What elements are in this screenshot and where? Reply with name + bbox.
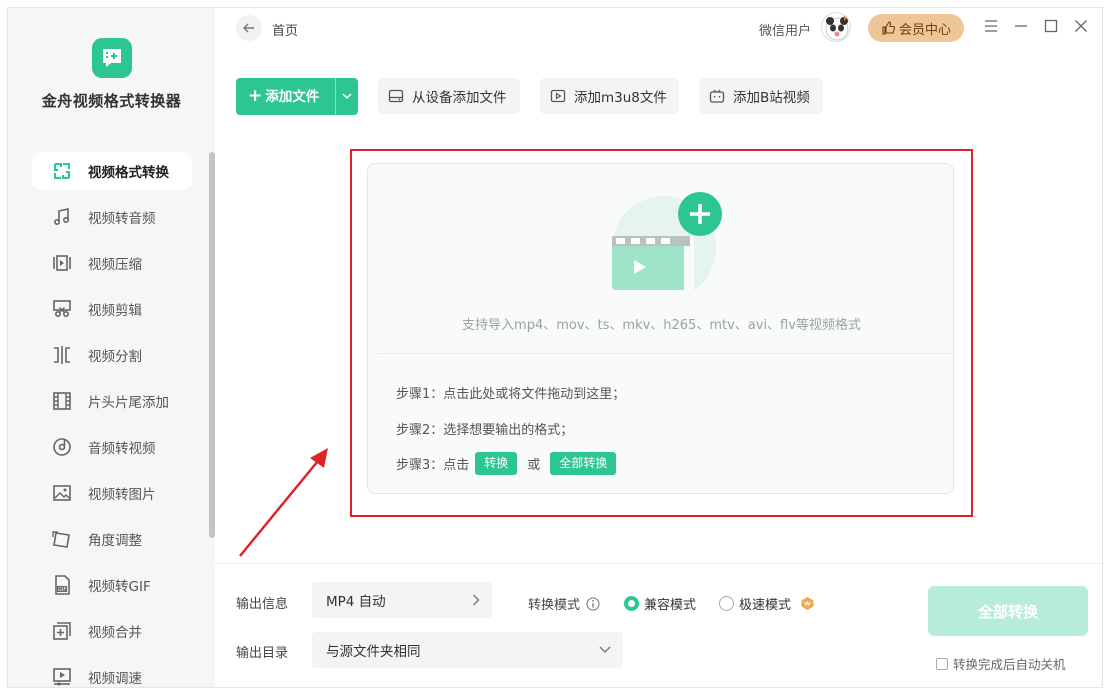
add-file-dropdown[interactable] [336,78,358,115]
bilibili-tv-icon [709,89,725,103]
sidebar-item-video-to-gif[interactable]: GIF 视频转GIF [32,566,192,604]
info-icon[interactable] [586,596,600,611]
maximize-button[interactable] [1042,17,1060,35]
auto-shutdown-checkbox[interactable] [936,657,948,670]
video-play-icon [550,89,566,103]
convert-mode-label: 转换模式 [528,594,600,613]
sidebar-item-label: 片头片尾添加 [88,395,169,411]
music-note-icon [53,208,70,226]
thumbs-up-icon [882,21,895,35]
menu-button[interactable] [982,17,1000,35]
plus-icon: + [248,86,263,106]
close-button[interactable] [1072,17,1090,35]
sidebar-item-label: 音频转视频 [88,441,156,457]
sidebar: 金舟视频格式转换器 视频格式转换 视频转音频 视频压缩 视频剪辑 视频分割 片头… [8,8,215,687]
step-convert-all-badge: 全部转换 [550,452,617,475]
sidebar-item-audio-to-video[interactable]: 音频转视频 [32,428,192,466]
mode-compatible-option[interactable]: 兼容模式 [624,594,696,613]
hard-drive-icon [388,89,404,103]
hamburger-icon [985,20,997,32]
add-file-button[interactable]: + 添加文件 [236,78,358,115]
vip-label: 会员中心 [898,22,951,38]
arrow-left-icon [243,23,254,33]
sidebar-item-video-compress[interactable]: 视频压缩 [32,244,192,282]
minimize-button[interactable] [1012,17,1030,35]
sidebar-item-video-to-audio[interactable]: 视频转音频 [32,198,192,236]
sidebar-item-video-split[interactable]: 视频分割 [32,336,192,374]
disc-icon [53,438,71,456]
speed-icon [53,668,71,686]
user-name[interactable]: 微信用户 [759,20,811,39]
mode-fast-radio[interactable] [719,596,734,611]
sidebar-scrollbar[interactable] [209,152,215,538]
film-strip-icon [53,392,71,410]
convert-all-button[interactable]: 全部转换 [928,586,1088,636]
output-dir-select[interactable]: 与源文件夹相同 [312,632,623,668]
close-icon [1075,20,1087,32]
app-name: 金舟视频格式转换器 [41,92,182,110]
breadcrumb[interactable]: 首页 [272,20,298,39]
sidebar-item-video-speed[interactable]: 视频调速 [32,658,192,687]
sidebar-item-label: 视频剪辑 [88,303,142,319]
add-m3u8-button[interactable]: 添加m3u8文件 [540,78,679,114]
sidebar-item-label: 视频转音频 [88,211,156,227]
gif-icon: GIF [55,575,70,595]
convert-icon [54,163,70,179]
output-dir-label: 输出目录 [236,646,289,661]
auto-shutdown-option[interactable]: 转换完成后自动关机 [936,654,1066,673]
mode-fast-option[interactable]: 极速模式 [719,594,815,613]
scissors-icon [53,300,71,318]
drop-zone-divider [378,353,955,354]
sidebar-item-video-to-image[interactable]: 视频转图片 [32,474,192,512]
chevron-down-icon [599,646,611,653]
bottom-divider [215,563,1102,564]
vip-badge-icon [801,597,814,610]
add-from-device-button[interactable]: 从设备添加文件 [378,78,520,114]
svg-text:GIF: GIF [58,587,66,593]
chevron-down-icon [342,93,352,100]
file-drop-zone[interactable]: 支持导入mp4、mov、ts、mkv、h265、mtv、avi、flv等视频格式… [367,163,955,494]
sidebar-item-label: 视频转图片 [88,487,156,503]
chevron-right-icon [473,594,480,606]
output-format-select[interactable]: MP4 自动 [312,582,492,618]
sidebar-item-label: 视频调速 [88,671,142,687]
add-video-illustration-icon [611,192,722,300]
app-window: 金舟视频格式转换器 视频格式转换 视频转音频 视频压缩 视频剪辑 视频分割 片头… [7,7,1103,688]
step-convert-badge: 转换 [475,452,518,475]
sidebar-item-label: 视频转GIF [88,579,151,595]
sidebar-item-angle-adjust[interactable]: 角度调整 [32,520,192,558]
vip-center-button[interactable]: 会员中心 [868,14,964,42]
step-1-text: 步骤1：点击此处或将文件拖动到这里； [396,387,626,402]
step-3-text: 步骤3：点击 转换 或 全部转换 [396,452,617,475]
sidebar-item-label: 视频分割 [88,349,142,365]
sidebar-nav: 视频格式转换 视频转音频 视频压缩 视频剪辑 视频分割 片头片尾添加 音频转视频… [32,152,192,687]
app-logo-icon [92,38,132,78]
sidebar-item-label: 视频压缩 [88,257,142,273]
sidebar-item-video-merge[interactable]: 视频合并 [32,612,192,650]
split-icon [54,346,70,364]
sidebar-item-label: 视频合并 [88,625,142,641]
sidebar-item-label: 角度调整 [88,533,142,549]
mode-compatible-radio[interactable] [624,596,639,611]
minimize-icon [1015,25,1027,27]
step-2-text: 步骤2：选择想要输出的格式； [396,423,574,438]
compress-icon [53,255,71,271]
panda-avatar-icon [825,15,849,41]
supported-formats-text: 支持导入mp4、mov、ts、mkv、h265、mtv、avi、flv等视频格式 [462,318,861,333]
maximize-icon [1044,19,1058,33]
add-bilibili-button[interactable]: 添加B站视频 [699,78,823,114]
sidebar-item-label: 视频格式转换 [88,165,169,181]
avatar[interactable] [821,12,851,42]
sidebar-item-video-edit[interactable]: 视频剪辑 [32,290,192,328]
sidebar-item-intro-outro[interactable]: 片头片尾添加 [32,382,192,420]
output-info-label: 输出信息 [236,597,289,612]
merge-icon [53,622,71,640]
back-button[interactable] [236,15,262,41]
sidebar-item-video-convert[interactable]: 视频格式转换 [32,152,192,190]
rotate-icon [52,531,70,548]
add-file-label: + 添加文件 [248,86,320,106]
image-icon [53,485,71,501]
annotation-arrow [239,448,328,557]
